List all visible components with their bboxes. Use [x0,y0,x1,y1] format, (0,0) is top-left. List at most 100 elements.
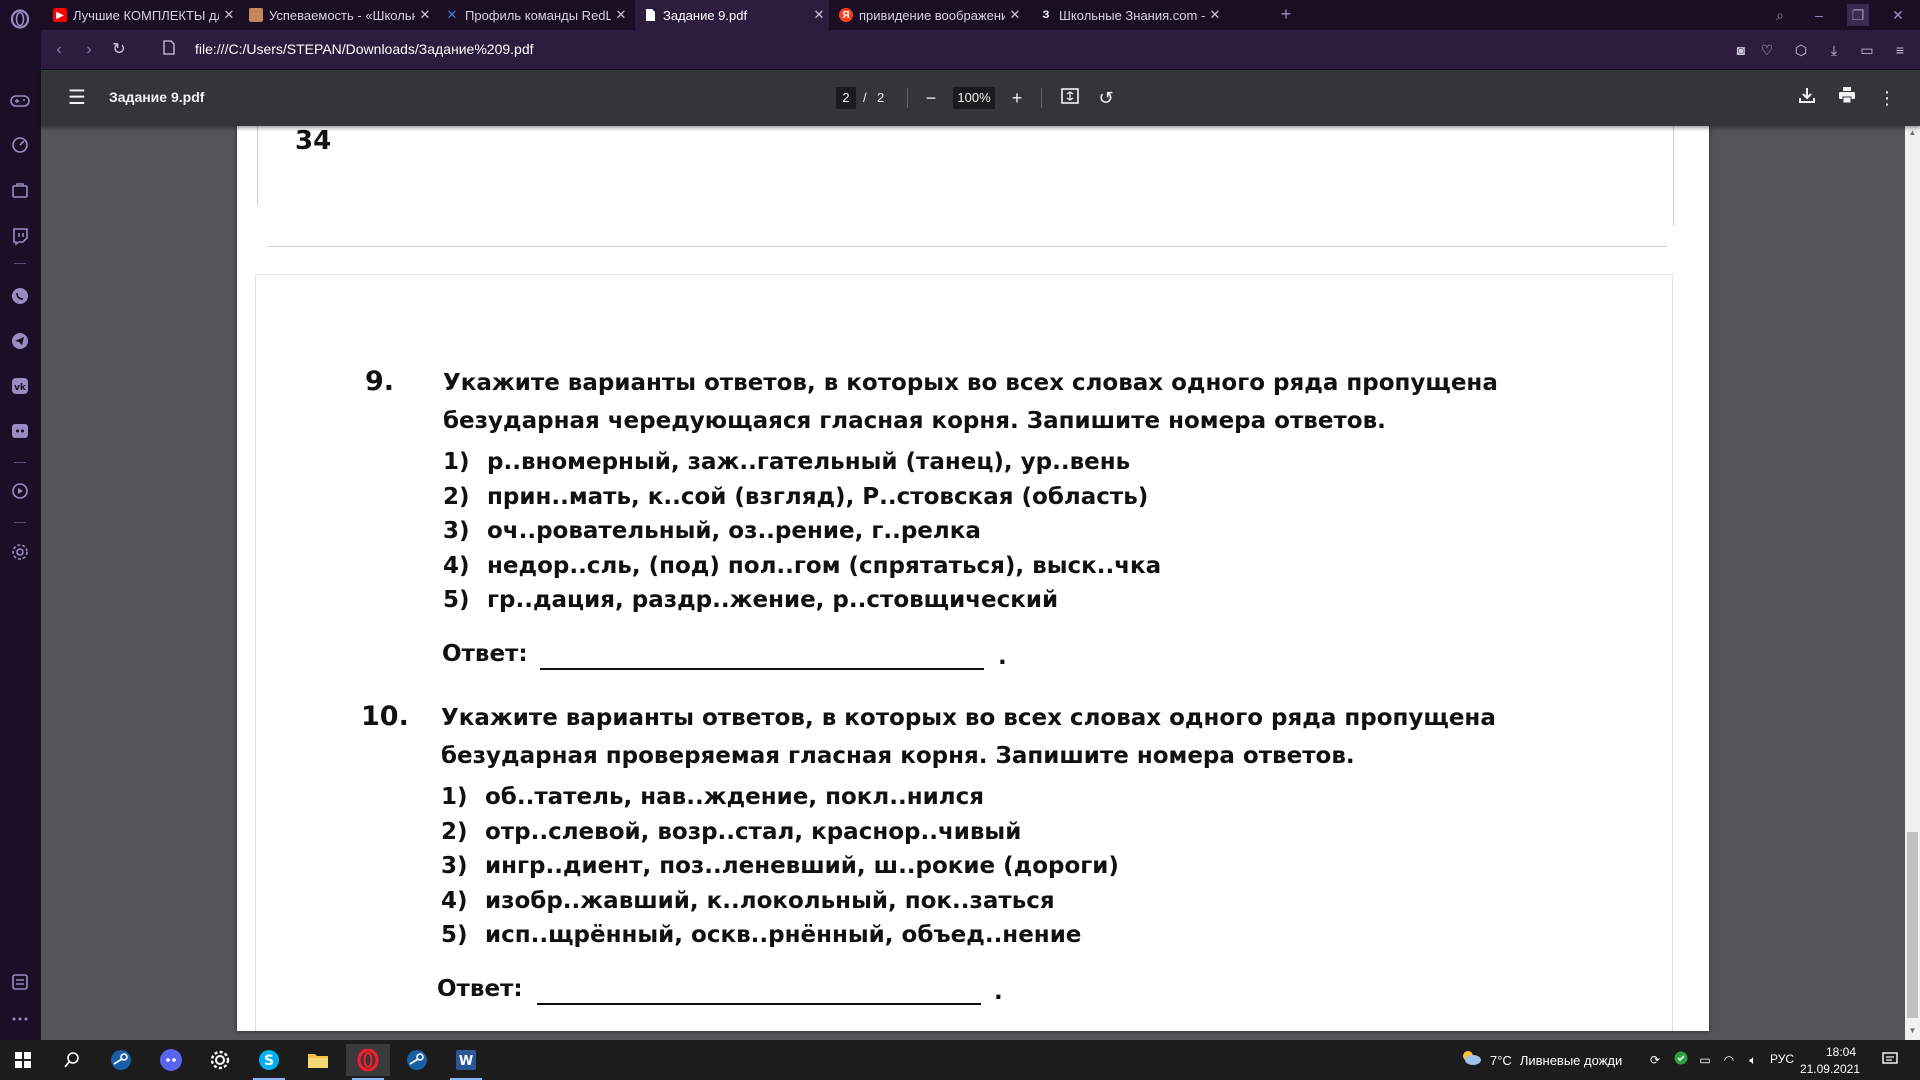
school-icon [249,8,263,22]
battery-saver-icon[interactable]: ▭ [1857,40,1877,60]
q10-option-2: 2) отр..слевой, возр..стал, краснор..чивы… [441,819,1022,845]
weather-widget[interactable]: 7°C Ливневые дожди [1460,1040,1622,1080]
settings-icon[interactable] [9,541,31,563]
back-icon[interactable]: ‹ [49,40,69,60]
forward-icon[interactable]: › [79,40,99,60]
search-icon[interactable] [50,1044,94,1076]
tab-close-icon[interactable]: ✕ [611,7,631,23]
word-icon[interactable]: W [444,1044,488,1080]
url-field[interactable]: file:///C:/Users/STEPAN/Downloads/Задани… [195,41,534,57]
battery-icon[interactable]: ▭ [1696,1051,1714,1069]
file-explorer-icon[interactable] [296,1044,340,1076]
print-icon[interactable] [1835,86,1859,110]
scroll-thumb[interactable] [1907,832,1918,1018]
fit-page-icon[interactable] [1058,86,1082,110]
tab-close-icon[interactable]: ✕ [1005,7,1025,23]
vk-icon[interactable]: vk [9,375,31,397]
question-9-number: 9. [365,366,395,397]
tab-youtube[interactable]: ▶ Лучшие КОМПЛЕКТЫ для ✕ [45,0,239,30]
svg-text:S: S [264,1053,274,1069]
pdf-toolbar: ☰ Задание 9.pdf 2 / 2 − 100% + ↺ ⋮ [41,70,1920,126]
skype-icon[interactable]: S [247,1044,291,1080]
tab-title: Школьные Знания.com - F [1059,7,1205,23]
tab-yandex[interactable]: Я привидение воображени ✕ [831,0,1025,30]
pdf-viewer[interactable]: 34 9. Укажите варианты ответов, в которы… [41,126,1920,1040]
twitch-icon[interactable] [9,225,31,247]
whatsapp-icon[interactable] [9,285,31,307]
svg-text:vk: vk [14,383,27,393]
wifi-icon[interactable]: ◠ [1720,1051,1738,1069]
box-icon[interactable]: ⬡ [1791,40,1811,60]
tab-school[interactable]: Успеваемость - «Школьн ✕ [241,0,435,30]
more-options-icon[interactable] [9,1008,31,1030]
clock-date[interactable]: 21.09.2021 [1796,1062,1860,1076]
easy-setup-icon[interactable]: ≡ [1890,40,1910,60]
snapshot-icon[interactable]: ◙ [1731,40,1751,60]
tab-close-icon[interactable]: ✕ [219,7,239,23]
scroll-up-icon[interactable]: ▲ [1908,128,1917,137]
minimize-icon[interactable]: – [1808,4,1830,26]
reload-icon[interactable]: ↻ [109,40,129,60]
settings-gear-icon[interactable] [198,1044,242,1076]
clock-time[interactable]: 18:04 [1806,1045,1856,1059]
youtube-icon: ▶ [53,8,67,22]
tab-close-icon[interactable]: ✕ [1205,7,1225,23]
volume-icon[interactable]: 🔈︎ [1744,1051,1762,1069]
scroll-down-icon[interactable]: ▼ [1908,1026,1917,1035]
toolbar-divider [907,88,908,108]
tab-redlab[interactable]: ✕ Профиль команды RedLat ✕ [437,0,631,30]
tab-pdf-active[interactable]: Задание 9.pdf ✕ [635,0,829,30]
steam-icon[interactable] [99,1044,143,1076]
q10-answer-line [537,1003,981,1005]
download-icon[interactable]: ⤓ [1824,40,1844,60]
tray-update-icon[interactable]: ⟳ [1646,1051,1664,1069]
tab-title: Профиль команды RedLat [465,7,611,23]
notifications-icon[interactable] [1881,1051,1899,1069]
q10-answer-dot: . [994,979,1003,1005]
q10-option-5: 5) исп..щрённый, оскв..рнённый, объед..не… [441,922,1082,948]
new-tab-icon[interactable]: + [1276,5,1296,25]
discord-app-icon[interactable] [149,1044,193,1076]
zoom-input[interactable]: 100% [953,87,995,109]
question-9-text: Укажите варианты ответов, в которых во в… [443,370,1498,434]
speed-dial-icon[interactable] [9,134,31,156]
page-number-input[interactable]: 2 [836,87,856,109]
tab-znania[interactable]: З Школьные Знания.com - F ✕ [1031,0,1225,30]
restore-icon[interactable]: ❐ [1847,4,1869,26]
znania-icon: З [1042,9,1050,21]
tab-strip: ▶ Лучшие КОМПЛЕКТЫ для ✕ Успеваемость - … [41,0,1920,30]
opera-taskbar-icon[interactable] [346,1044,390,1080]
player-icon[interactable] [9,480,31,502]
sidebar-divider [14,462,26,463]
pinboard-icon[interactable] [9,971,31,993]
pdf-download-icon[interactable] [1795,86,1819,110]
more-actions-icon[interactable]: ⋮ [1875,86,1899,110]
svg-text:W: W [459,1054,473,1069]
vertical-scrollbar[interactable]: ▲ ▼ [1905,126,1920,1040]
opera-logo-icon[interactable] [9,8,31,30]
close-window-icon[interactable]: ✕ [1887,4,1909,26]
page-info-icon[interactable] [159,40,179,60]
heart-icon[interactable]: ♡ [1757,40,1777,60]
language-indicator[interactable]: РУС [1770,1052,1794,1066]
zoom-in-icon[interactable]: + [1005,86,1029,110]
tab-close-icon[interactable]: ✕ [415,7,435,23]
search-tabs-icon[interactable]: ⌕ [1769,4,1791,26]
tray-check-icon[interactable] [1672,1051,1690,1069]
rotate-icon[interactable]: ↺ [1094,86,1118,110]
scan-edge [255,276,256,1031]
menu-icon[interactable]: ☰ [65,86,89,110]
scan-edge [257,126,258,206]
page-total: 2 [877,90,885,105]
zoom-out-icon[interactable]: − [919,86,943,110]
q9-option-1: 1) р..вномерный, заж..гательный (танец), … [443,449,1131,475]
gamepad-icon[interactable] [9,90,31,112]
windows-start-icon[interactable] [1,1044,45,1076]
discord-icon[interactable] [9,420,31,442]
q9-option-2: 2) прин..мать, к..сой (взгляд), Р..стовск… [443,484,1149,510]
tab-close-icon[interactable]: ✕ [809,7,829,23]
q9-option-4: 4) недор..сль, (под) пол..гом (спрятаться… [443,553,1162,579]
bag-icon[interactable] [9,179,31,201]
telegram-icon[interactable] [9,330,31,352]
steam-alt-icon[interactable] [395,1044,439,1076]
